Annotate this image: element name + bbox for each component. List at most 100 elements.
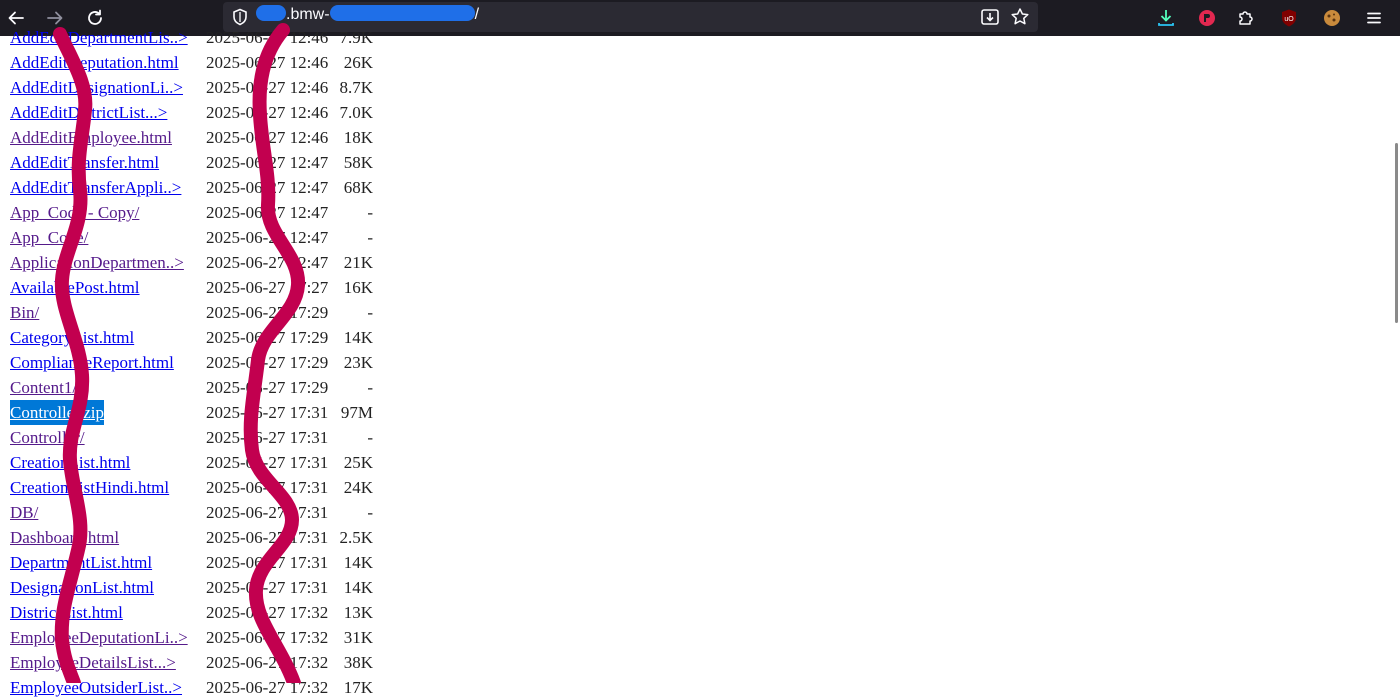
listing-row: ComplianceReport.html 2025-06-27 17:29 23K <box>10 350 390 375</box>
listing-row: ApplicationDepartmen..> 2025-06-27 12:47 2… <box>10 250 390 275</box>
listing-row: EmployeeOutsiderList..> 2025-06-27 17:32 1… <box>10 675 390 700</box>
file-size: - <box>367 428 373 447</box>
file-link[interactable]: Controller.zip <box>10 400 104 425</box>
listing-row: EmployeeDeputationLi..> 2025-06-27 17:32 3… <box>10 625 390 650</box>
file-link[interactable]: DepartmentList.html <box>10 550 152 575</box>
file-link[interactable]: AddEditDesignationLi..> <box>10 75 183 100</box>
file-size: 58K <box>343 153 373 172</box>
listing-row: AddEditDeputation.html 2025-06-27 12:46 26… <box>10 50 390 75</box>
ublock-button[interactable]: uO <box>1275 4 1303 32</box>
file-size: 7.9K <box>339 28 373 47</box>
file-size: 97M <box>340 403 373 422</box>
listing-row: AddEditDistrictList...> 2025-06-27 12:46 7… <box>10 100 390 125</box>
file-link[interactable]: CreationListHindi.html <box>10 475 169 500</box>
listing-row: CreationListHindi.html 2025-06-27 17:31 24… <box>10 475 390 500</box>
directory-listing: AddEditDepartmentLis..> 2025-06-27 12:46 7… <box>10 25 390 700</box>
url-redaction <box>256 5 286 22</box>
file-link[interactable]: AddEditDeputation.html <box>10 50 179 75</box>
url-text[interactable]: .bmw- / <box>256 5 480 24</box>
listing-row: AddEditDesignationLi..> 2025-06-27 12:46 8… <box>10 75 390 100</box>
file-size: 68K <box>343 178 373 197</box>
extensions-button[interactable] <box>1232 4 1260 32</box>
file-link[interactable]: CategoryList.html <box>10 325 134 350</box>
file-size: 26K <box>343 53 373 72</box>
star-icon[interactable] <box>1010 7 1030 27</box>
file-size: 18K <box>343 128 373 147</box>
listing-row: AddEditEmployee.html 2025-06-27 12:46 18K <box>10 125 390 150</box>
file-size: 14K <box>343 553 373 572</box>
app-menu-button[interactable] <box>1360 4 1388 32</box>
file-link[interactable]: AvailablePost.html <box>10 275 140 300</box>
file-size: 17K <box>343 678 373 697</box>
file-link[interactable]: DB/ <box>10 500 38 525</box>
downloads-button[interactable] <box>1152 4 1180 32</box>
file-size: 2.5K <box>339 528 373 547</box>
file-size: 16K <box>343 278 373 297</box>
listing-row: DepartmentList.html 2025-06-27 17:31 14K <box>10 550 390 575</box>
file-link[interactable]: AddEditDepartmentLis..> <box>10 25 188 50</box>
file-size: 23K <box>343 353 373 372</box>
file-size: 8.7K <box>339 78 373 97</box>
download-icon <box>1156 8 1176 28</box>
file-link[interactable]: DesignationList.html <box>10 575 154 600</box>
listing-row: Bin/2025-06-27 17:29- <box>10 300 390 325</box>
extension-red-icon <box>1197 8 1217 28</box>
file-size: 31K <box>343 628 373 647</box>
url-visible-end: / <box>474 6 480 23</box>
file-size: 7.0K <box>339 103 373 122</box>
file-size: 21K <box>343 253 373 272</box>
listing-row: Content1/2025-06-27 17:29- <box>10 375 390 400</box>
file-link[interactable]: CreationList.html <box>10 450 130 475</box>
file-size: 38K <box>343 653 373 672</box>
file-link[interactable]: AddEditDistrictList...> <box>10 100 167 125</box>
file-link[interactable]: EmployeeDetailsList...> <box>10 650 176 675</box>
file-link[interactable]: EmployeeDeputationLi..> <box>10 625 188 650</box>
file-size: - <box>367 503 373 522</box>
listing-row: DB/2025-06-27 17:31- <box>10 500 390 525</box>
listing-row: Controller.zip 2025-06-27 17:31 97M <box>10 400 390 425</box>
file-link[interactable]: AddEditTransfer.html <box>10 150 159 175</box>
file-link[interactable]: AddEditTransferAppli..> <box>10 175 181 200</box>
listing-row: App_Code - Copy/2025-06-27 12:47- <box>10 200 390 225</box>
file-link[interactable]: Bin/ <box>10 300 39 325</box>
file-size: - <box>367 203 373 222</box>
file-link[interactable]: ComplianceReport.html <box>10 350 174 375</box>
url-visible-start: .bmw- <box>286 6 330 23</box>
file-link[interactable]: AddEditEmployee.html <box>10 125 172 150</box>
page-scrollbar-thumb[interactable] <box>1395 143 1398 323</box>
file-size: - <box>367 378 373 397</box>
listing-row: DesignationList.html 2025-06-27 17:31 14K <box>10 575 390 600</box>
listing-row: AddEditTransfer.html 2025-06-27 12:47 58K <box>10 150 390 175</box>
listing-row: Dashboard.html 2025-06-27 17:31 2.5K <box>10 525 390 550</box>
file-link[interactable]: DistrictList.html <box>10 600 123 625</box>
reader-view-icon[interactable] <box>980 7 1000 27</box>
listing-row: App_Code/2025-06-27 12:47- <box>10 225 390 250</box>
hamburger-menu-icon <box>1365 9 1383 27</box>
url-redaction <box>329 5 475 22</box>
file-link[interactable]: Dashboard.html <box>10 525 119 550</box>
listing-row: AvailablePost.html 2025-06-27 17:27 16K <box>10 275 390 300</box>
file-link[interactable]: EmployeeOutsiderList..> <box>10 675 182 700</box>
file-size: 14K <box>343 578 373 597</box>
file-size: 24K <box>343 478 373 497</box>
extension-button[interactable] <box>1193 4 1221 32</box>
shield-icon[interactable] <box>230 7 250 27</box>
file-link[interactable]: Controller/ <box>10 425 85 450</box>
file-size: - <box>367 228 373 247</box>
file-size: 13K <box>343 603 373 622</box>
cookie-extension-button[interactable] <box>1318 4 1346 32</box>
listing-row: Controller/2025-06-27 17:31- <box>10 425 390 450</box>
listing-row: CreationList.html 2025-06-27 17:31 25K <box>10 450 390 475</box>
puzzle-icon <box>1236 8 1256 28</box>
file-link[interactable]: ApplicationDepartmen..> <box>10 250 184 275</box>
file-link[interactable]: App_Code - Copy/ <box>10 200 139 225</box>
file-size: 25K <box>343 453 373 472</box>
listing-row: EmployeeDetailsList...> 2025-06-27 17:32 3… <box>10 650 390 675</box>
file-link[interactable]: Content1/ <box>10 375 77 400</box>
listing-row: AddEditDepartmentLis..> 2025-06-27 12:46 7… <box>10 25 390 50</box>
listing-row: CategoryList.html 2025-06-27 17:29 14K <box>10 325 390 350</box>
listing-row: DistrictList.html 2025-06-27 17:32 13K <box>10 600 390 625</box>
file-size: 14K <box>343 328 373 347</box>
file-link[interactable]: App_Code/ <box>10 225 88 250</box>
svg-text:uO: uO <box>1284 16 1294 23</box>
